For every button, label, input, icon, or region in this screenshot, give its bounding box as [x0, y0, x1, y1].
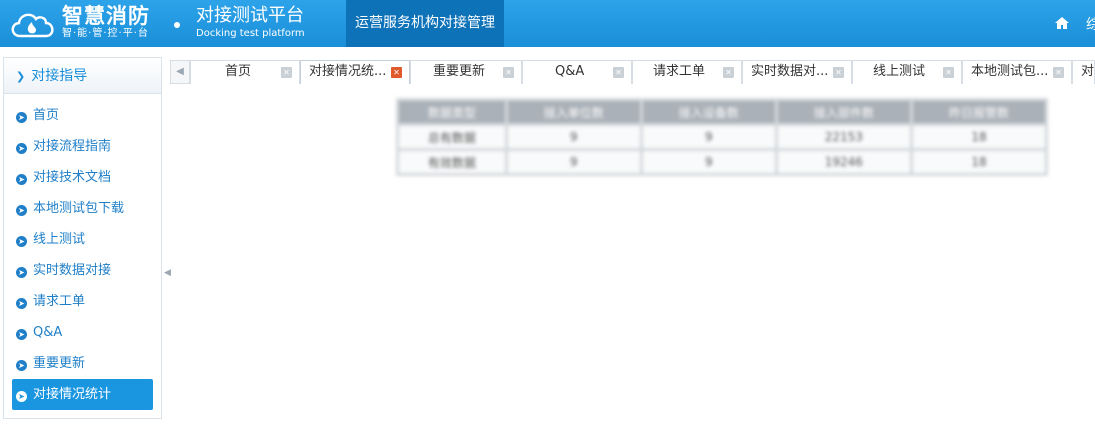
tab-local-test-download[interactable]: 本地测试包... ✕ [962, 60, 1072, 84]
tab-bar: ◀ 首页 ✕ 对接情况统... ✕ 重要更新 ✕ Q&A ✕ 请求工单 ✕ 实时… [170, 58, 1095, 84]
table-cell: 有效数据 [399, 151, 505, 173]
sidebar-item-tech-docs[interactable]: ➤ 对接技术文档 [4, 162, 161, 193]
arrow-circle-icon: ➤ [16, 174, 27, 185]
table-cell: 9 [507, 151, 640, 173]
table-header-cell: 数据类型 [399, 101, 505, 123]
sidebar-item-local-test-download[interactable]: ➤ 本地测试包下载 [4, 193, 161, 224]
close-icon[interactable]: ✕ [1053, 67, 1064, 78]
table-cell: 9 [507, 126, 640, 148]
cloud-flame-logo-icon [11, 13, 54, 38]
docking-stats-table: 数据类型 接入单位数 接入设备数 接入部件数 昨日报警数 总有数据 9 9 22… [396, 98, 1048, 176]
sidebar-item-docking-stats[interactable]: ➤ 对接情况统计 [12, 379, 153, 410]
tab-label: 请求工单 [653, 64, 706, 79]
home-icon[interactable] [1054, 16, 1070, 30]
table-cell: 总有数据 [399, 126, 505, 148]
table-header-cell: 昨日报警数 [912, 101, 1045, 123]
tab-label: Q&A [555, 64, 585, 79]
header-truncated-text[interactable]: 综 [1086, 14, 1095, 34]
arrow-circle-icon: ➤ [16, 360, 27, 371]
sidebar-item-work-order[interactable]: ➤ 请求工单 [4, 286, 161, 317]
tab-scroll-left-button[interactable]: ◀ [170, 60, 190, 84]
tab-truncated[interactable]: 对 [1072, 60, 1095, 84]
close-icon[interactable]: ✕ [613, 67, 624, 78]
close-icon[interactable]: ✕ [391, 67, 402, 78]
chevron-down-icon: ❯ [16, 70, 26, 83]
table-row: 有效数据 9 9 19246 18 [399, 151, 1045, 173]
table-cell: 22153 [777, 126, 910, 148]
tab-qa[interactable]: Q&A ✕ [522, 60, 632, 84]
sidebar-item-qa[interactable]: ➤ Q&A [4, 317, 161, 348]
brand-subtitle: 智·能·管·控·平·台 [62, 28, 149, 39]
table-header-cell: 接入单位数 [507, 101, 640, 123]
sidebar-item-label: 对接技术文档 [33, 170, 112, 185]
arrow-circle-icon: ➤ [16, 205, 27, 216]
tab-label: 首页 [225, 64, 252, 79]
sidebar-item-process-guide[interactable]: ➤ 对接流程指南 [4, 131, 161, 162]
docking-stats-table-container: 数据类型 接入单位数 接入设备数 接入部件数 昨日报警数 总有数据 9 9 22… [396, 98, 1048, 180]
close-icon[interactable]: ✕ [943, 67, 954, 78]
tab-important-updates[interactable]: 重要更新 ✕ [410, 60, 522, 84]
sidebar-item-label: 实时数据对接 [33, 263, 112, 278]
arrow-circle-icon: ➤ [16, 267, 27, 278]
table-cell: 9 [642, 151, 775, 173]
sidebar: ❯ 对接指导 ➤ 首页 ➤ 对接流程指南 ➤ 对接技术文档 ➤ 本地测试包下载 ➤ 线上测试… [3, 57, 162, 419]
sidebar-item-label: 本地测试包下载 [33, 201, 125, 216]
tab-label: 实时数据对... [751, 64, 829, 79]
arrow-circle-icon: ➤ [16, 143, 27, 154]
sidebar-collapse-handle[interactable]: ◀ [164, 268, 171, 278]
tab-docking-stats[interactable]: 对接情况统... ✕ [300, 60, 410, 84]
brand-dot [174, 22, 180, 28]
arrow-circle-icon: ➤ [16, 391, 27, 402]
sidebar-item-label: 首页 [33, 108, 60, 123]
tab-label: 线上测试 [873, 64, 926, 79]
sidebar-item-label: 对接情况统计 [33, 387, 112, 402]
arrow-circle-icon: ➤ [16, 236, 27, 247]
table-header-row: 数据类型 接入单位数 接入设备数 接入部件数 昨日报警数 [399, 101, 1045, 123]
table-cell: 18 [912, 126, 1045, 148]
arrow-circle-icon: ➤ [16, 329, 27, 340]
platform-name: 对接测试平台 Docking test platform [196, 4, 305, 40]
nav-item-service-org-management[interactable]: 运营服务机构对接管理 [346, 0, 504, 47]
sidebar-item-online-test[interactable]: ➤ 线上测试 [4, 224, 161, 255]
tab-realtime-data[interactable]: 实时数据对... ✕ [742, 60, 852, 84]
sidebar-item-label: 对接流程指南 [33, 139, 112, 154]
platform-title: 对接测试平台 [196, 5, 304, 26]
close-icon[interactable]: ✕ [281, 67, 292, 78]
sidebar-item-label: 重要更新 [33, 356, 86, 371]
table-header-cell: 接入部件数 [777, 101, 910, 123]
arrow-circle-icon: ➤ [16, 298, 27, 309]
table-cell: 19246 [777, 151, 910, 173]
arrow-circle-icon: ➤ [16, 112, 27, 123]
close-icon[interactable]: ✕ [723, 67, 734, 78]
sidebar-item-label: Q&A [33, 325, 63, 340]
tab-label: 本地测试包... [971, 64, 1049, 79]
sidebar-item-realtime-data[interactable]: ➤ 实时数据对接 [4, 255, 161, 286]
table-row: 总有数据 9 9 22153 18 [399, 126, 1045, 148]
tab-label: 重要更新 [433, 64, 486, 79]
tab-label: 对 [1081, 64, 1095, 79]
sidebar-item-important-updates[interactable]: ➤ 重要更新 [4, 348, 161, 379]
top-header: 智慧消防 智·能·管·控·平·台 对接测试平台 Docking test pla… [0, 0, 1095, 47]
tab-online-test[interactable]: 线上测试 ✕ [852, 60, 962, 84]
brand: 智慧消防 智·能·管·控·平·台 [62, 4, 150, 40]
table-cell: 18 [912, 151, 1045, 173]
sidebar-item-label: 线上测试 [33, 232, 86, 247]
brand-title: 智慧消防 [62, 4, 150, 28]
sidebar-heading-label: 对接指导 [31, 68, 88, 84]
sidebar-menu: ➤ 首页 ➤ 对接流程指南 ➤ 对接技术文档 ➤ 本地测试包下载 ➤ 线上测试 ➤ 实时数据… [4, 94, 161, 410]
tab-label: 对接情况统... [309, 64, 387, 79]
sidebar-heading[interactable]: ❯ 对接指导 [4, 58, 161, 94]
table-cell: 9 [642, 126, 775, 148]
tab-home[interactable]: 首页 ✕ [190, 60, 300, 84]
sidebar-item-label: 请求工单 [33, 294, 86, 309]
table-header-cell: 接入设备数 [642, 101, 775, 123]
close-icon[interactable]: ✕ [503, 67, 514, 78]
close-icon[interactable]: ✕ [833, 67, 844, 78]
tab-work-order[interactable]: 请求工单 ✕ [632, 60, 742, 84]
platform-subtitle: Docking test platform [196, 28, 305, 39]
sidebar-item-home[interactable]: ➤ 首页 [4, 100, 161, 131]
